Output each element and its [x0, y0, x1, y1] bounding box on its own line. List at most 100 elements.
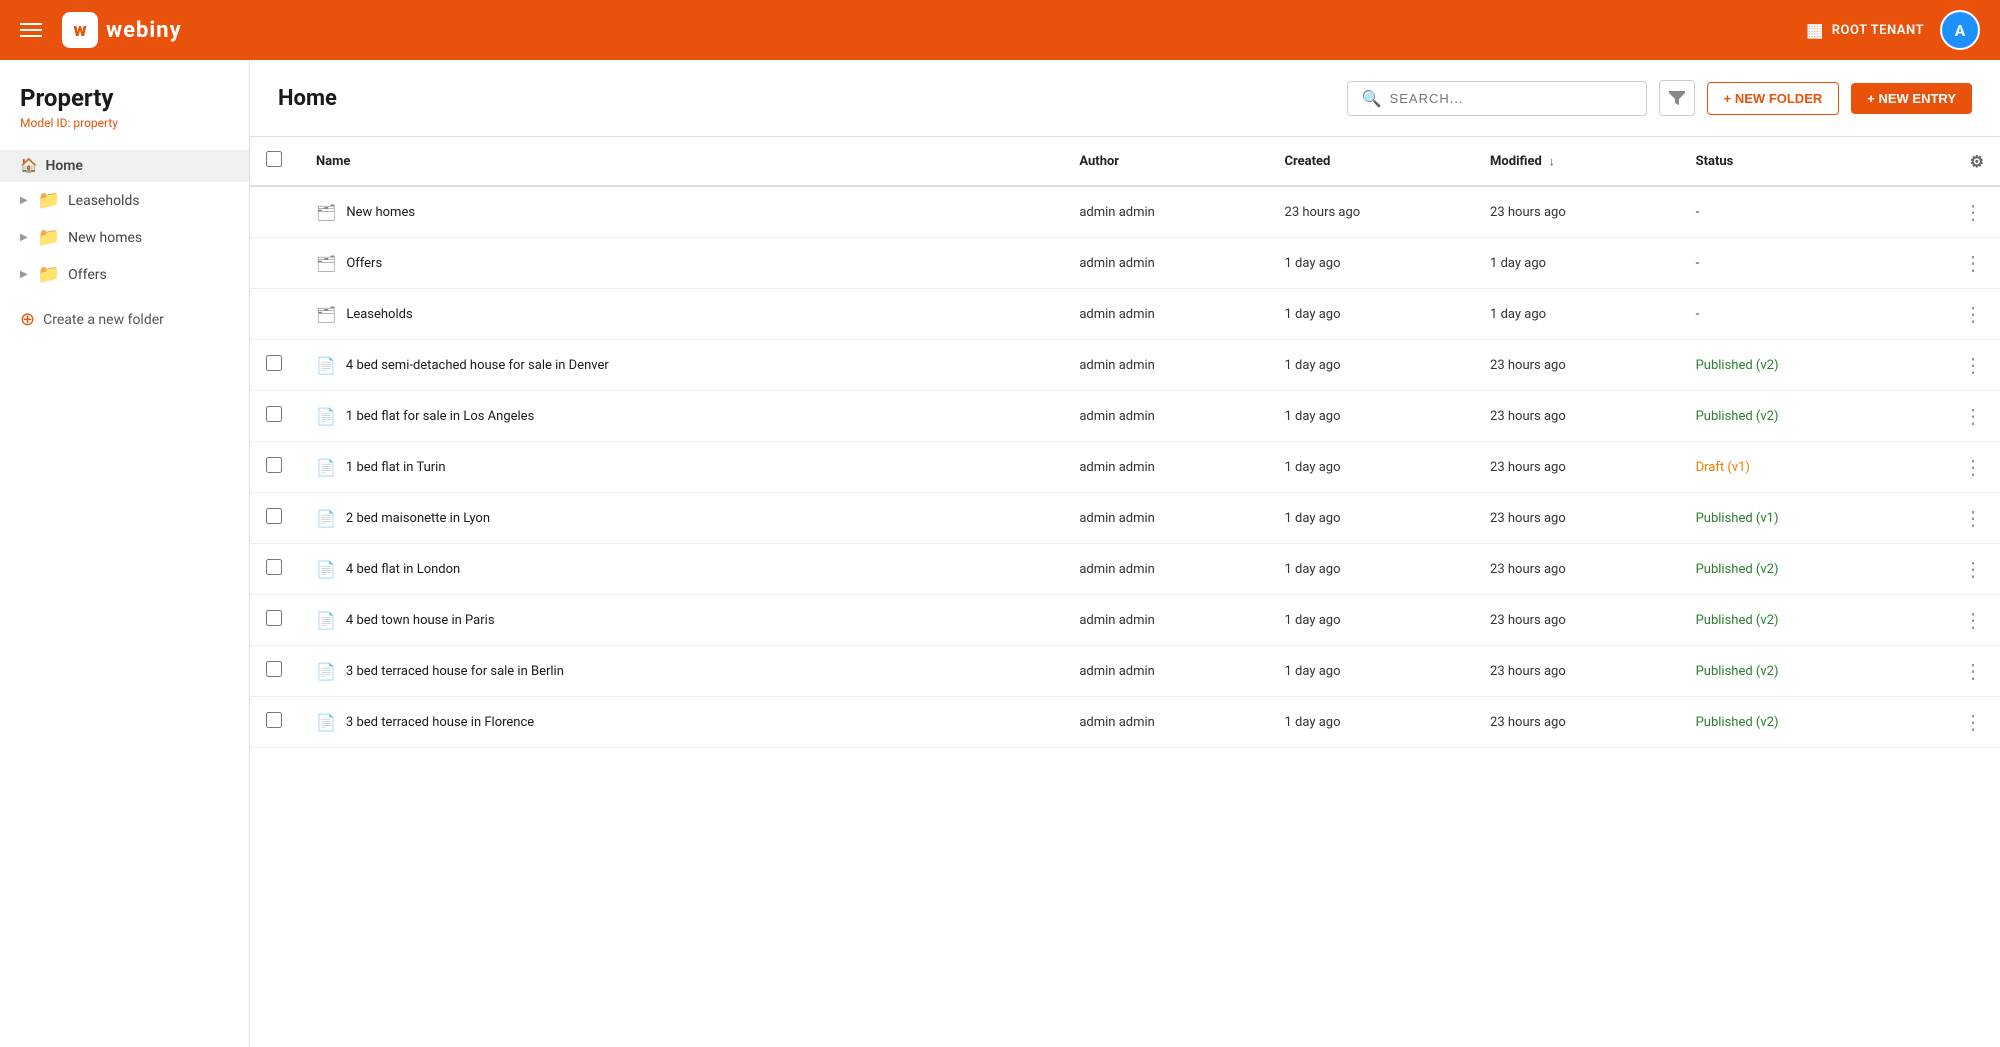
row-created-cell: 1 day ago: [1269, 595, 1475, 646]
row-author-cell: admin admin: [1063, 340, 1268, 391]
row-modified-cell: 23 hours ago: [1474, 697, 1680, 748]
table-row: 📄 4 bed flat in London admin admin 1 day…: [250, 544, 2000, 595]
row-action-menu[interactable]: ⋮: [1963, 506, 1984, 530]
sidebar-model-id: Model ID: property: [0, 116, 249, 150]
new-folder-button[interactable]: + NEW FOLDER: [1707, 82, 1840, 115]
logo[interactable]: w webiny: [62, 12, 182, 48]
table-row: 📄 3 bed terraced house for sale in Berli…: [250, 646, 2000, 697]
row-checkbox[interactable]: [266, 661, 282, 677]
sidebar: Property Model ID: property 🏠 Home ▶ 📁 L…: [0, 60, 250, 1047]
status-column-header[interactable]: Status: [1680, 137, 1899, 186]
row-name-label: 1 bed flat in Turin: [346, 460, 446, 475]
sidebar-item-new-homes-label: New homes: [68, 230, 142, 246]
user-avatar[interactable]: A: [1940, 10, 1980, 50]
row-actions-cell: ⋮: [1899, 595, 2000, 646]
row-modified-cell: 23 hours ago: [1474, 340, 1680, 391]
row-name-label: 2 bed maisonette in Lyon: [346, 511, 490, 526]
row-actions-cell: ⋮: [1899, 289, 2000, 340]
entry-row-icon: 📄: [316, 713, 336, 732]
author-column-header[interactable]: Author: [1063, 137, 1268, 186]
folder-icon-3: 📁: [38, 264, 60, 285]
row-checkbox[interactable]: [266, 712, 282, 728]
row-status-cell: Published (v2): [1680, 544, 1899, 595]
row-action-menu[interactable]: ⋮: [1963, 557, 1984, 581]
row-action-menu[interactable]: ⋮: [1963, 302, 1984, 326]
row-status-cell: Published (v2): [1680, 697, 1899, 748]
folder-icon-2: 📁: [38, 227, 60, 248]
entry-row-icon: 📄: [316, 356, 336, 375]
row-modified-cell: 23 hours ago: [1474, 391, 1680, 442]
row-created-cell: 1 day ago: [1269, 391, 1475, 442]
sidebar-item-new-homes[interactable]: ▶ 📁 New homes: [0, 219, 249, 256]
row-checkbox-cell: [250, 289, 300, 340]
table-row: 🗂 Leaseholds admin admin 1 day ago 1 day…: [250, 289, 2000, 340]
row-author-cell: admin admin: [1063, 595, 1268, 646]
select-all-col: [250, 137, 300, 186]
row-name-label: 3 bed terraced house for sale in Berlin: [346, 664, 564, 679]
logo-icon: w: [62, 12, 98, 48]
folder-row-icon: 🗂: [316, 254, 336, 273]
row-author-cell: admin admin: [1063, 186, 1268, 238]
row-action-menu[interactable]: ⋮: [1963, 659, 1984, 683]
row-action-menu[interactable]: ⋮: [1963, 353, 1984, 377]
entry-row-icon: 📄: [316, 458, 336, 477]
hamburger-menu[interactable]: [20, 23, 42, 37]
filter-icon: [1669, 91, 1685, 105]
row-action-menu[interactable]: ⋮: [1963, 608, 1984, 632]
row-checkbox-cell: [250, 697, 300, 748]
sidebar-item-leaseholds[interactable]: ▶ 📁 Leaseholds: [0, 182, 249, 219]
row-name-label: 1 bed flat for sale in Los Angeles: [346, 409, 534, 424]
header-actions: 🔍 + NEW FOLDER + NEW ENTRY: [1347, 80, 1972, 116]
sidebar-item-home-label: Home: [45, 158, 83, 174]
row-status-cell: -: [1680, 289, 1899, 340]
row-name-cell: 📄 4 bed semi-detached house for sale in …: [300, 340, 1063, 391]
row-action-menu[interactable]: ⋮: [1963, 200, 1984, 224]
entries-table: Name Author Created Modified ↓: [250, 137, 2000, 748]
row-checkbox-cell: [250, 391, 300, 442]
row-created-cell: 23 hours ago: [1269, 186, 1475, 238]
row-action-menu[interactable]: ⋮: [1963, 455, 1984, 479]
table-row: 🗂 New homes admin admin 23 hours ago 23 …: [250, 186, 2000, 238]
row-created-cell: 1 day ago: [1269, 289, 1475, 340]
row-checkbox[interactable]: [266, 457, 282, 473]
top-navigation: w webiny ▦ ROOT TENANT A: [0, 0, 2000, 60]
table-row: 📄 3 bed terraced house in Florence admin…: [250, 697, 2000, 748]
row-actions-cell: ⋮: [1899, 391, 2000, 442]
sidebar-item-offers[interactable]: ▶ 📁 Offers: [0, 256, 249, 293]
row-author-cell: admin admin: [1063, 646, 1268, 697]
tenant-info: ▦ ROOT TENANT: [1806, 20, 1924, 41]
row-name-cell: 📄 1 bed flat for sale in Los Angeles: [300, 391, 1063, 442]
row-author-cell: admin admin: [1063, 493, 1268, 544]
filter-button[interactable]: [1659, 80, 1695, 116]
table-row: 📄 4 bed semi-detached house for sale in …: [250, 340, 2000, 391]
table-row: 📄 4 bed town house in Paris admin admin …: [250, 595, 2000, 646]
entry-row-icon: 📄: [316, 560, 336, 579]
row-checkbox-cell: [250, 442, 300, 493]
sidebar-item-leaseholds-label: Leaseholds: [68, 193, 139, 209]
gear-icon[interactable]: ⚙: [1970, 152, 1984, 171]
created-column-header[interactable]: Created: [1269, 137, 1475, 186]
create-folder-button[interactable]: ⊕ Create a new folder: [0, 297, 249, 342]
row-checkbox[interactable]: [266, 559, 282, 575]
row-checkbox[interactable]: [266, 610, 282, 626]
new-entry-button[interactable]: + NEW ENTRY: [1851, 83, 1972, 114]
modified-column-header[interactable]: Modified ↓: [1474, 137, 1680, 186]
row-modified-cell: 23 hours ago: [1474, 646, 1680, 697]
expand-arrow-icon-3: ▶: [20, 269, 28, 280]
search-icon: 🔍: [1362, 89, 1382, 108]
table-row: 📄 1 bed flat for sale in Los Angeles adm…: [250, 391, 2000, 442]
row-checkbox[interactable]: [266, 508, 282, 524]
entry-row-icon: 📄: [316, 662, 336, 681]
table-row: 📄 2 bed maisonette in Lyon admin admin 1…: [250, 493, 2000, 544]
search-input[interactable]: [1390, 91, 1632, 106]
settings-col: ⚙: [1899, 137, 2000, 186]
row-checkbox[interactable]: [266, 406, 282, 422]
row-action-menu[interactable]: ⋮: [1963, 251, 1984, 275]
name-column-header[interactable]: Name: [300, 137, 1063, 186]
sidebar-item-home[interactable]: 🏠 Home: [0, 150, 249, 182]
entry-row-icon: 📄: [316, 407, 336, 426]
row-action-menu[interactable]: ⋮: [1963, 710, 1984, 734]
select-all-checkbox[interactable]: [266, 151, 282, 167]
row-action-menu[interactable]: ⋮: [1963, 404, 1984, 428]
row-checkbox[interactable]: [266, 355, 282, 371]
